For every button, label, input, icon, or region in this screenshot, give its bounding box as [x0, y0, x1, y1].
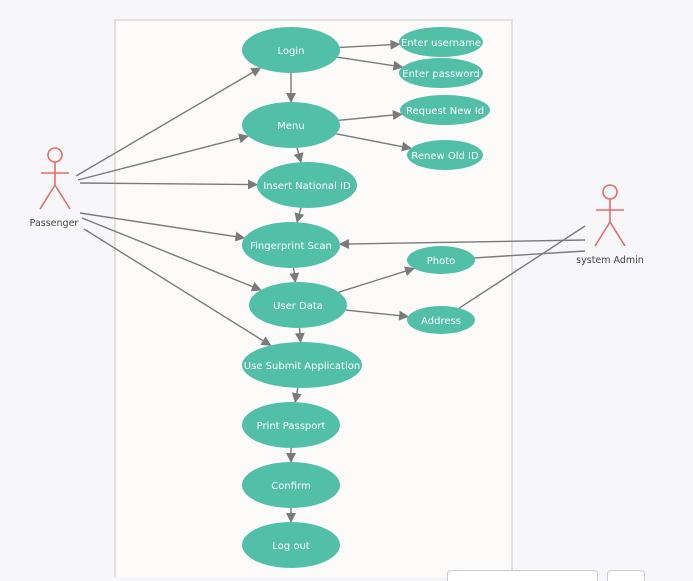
use-case-nid[interactable]: Insert National ID	[257, 162, 357, 208]
use-case-label: Photo	[427, 256, 456, 267]
use-case-diagram: Login Enter username Enter password Menu Req…	[30, 19, 644, 577]
use-case-pass[interactable]: Enter password	[399, 58, 483, 88]
use-case-label: Use Submit Application	[244, 361, 360, 372]
actor-admin[interactable]: system Admin	[576, 184, 644, 266]
use-case-label: Print Passport	[257, 421, 326, 432]
edge-udata-to-submit	[294, 327, 305, 344]
use-case-label: Enter username	[401, 38, 481, 49]
use-case-print[interactable]: Print Passport	[242, 402, 340, 448]
use-case-user[interactable]: Enter username	[399, 27, 483, 57]
use-case-label: Login	[278, 46, 305, 57]
stick-figure-icon	[594, 184, 626, 247]
use-case-logout[interactable]: Log out	[242, 522, 340, 568]
use-case-label: Renew Old ID	[411, 151, 479, 162]
use-case-label: Log out	[272, 541, 309, 552]
use-case-confirm[interactable]: Confirm	[242, 462, 340, 508]
use-case-label: Insert National ID	[263, 181, 351, 192]
use-case-login[interactable]: Login	[242, 27, 340, 73]
use-case-label: User Data	[273, 301, 323, 312]
use-case-label: Fingerprint Scan	[250, 241, 332, 252]
stick-figure-icon	[39, 147, 71, 210]
bottom-panel-button[interactable]	[607, 570, 645, 581]
use-case-reqid[interactable]: Request New Id	[400, 95, 490, 125]
use-case-label: Menu	[277, 121, 304, 132]
bottom-panel-tab[interactable]	[447, 570, 598, 581]
use-case-submit[interactable]: Use Submit Application	[242, 342, 362, 388]
use-case-finger[interactable]: Fingerprint Scan	[242, 222, 340, 268]
use-case-photo[interactable]: Photo	[407, 246, 475, 274]
actor-passenger[interactable]: Passenger	[30, 147, 79, 229]
use-case-label: Address	[421, 316, 461, 327]
use-case-addr[interactable]: Address	[407, 306, 475, 334]
use-case-label: Request New Id	[406, 106, 484, 117]
use-case-label: Enter password	[402, 69, 480, 80]
use-case-label: Confirm	[271, 481, 310, 492]
use-case-menu[interactable]: Menu	[242, 102, 340, 148]
use-case-renew[interactable]: Renew Old ID	[407, 140, 483, 170]
use-case-udata[interactable]: User Data	[249, 282, 347, 328]
actor-label: system Admin	[576, 255, 644, 266]
actor-label: Passenger	[30, 218, 79, 229]
